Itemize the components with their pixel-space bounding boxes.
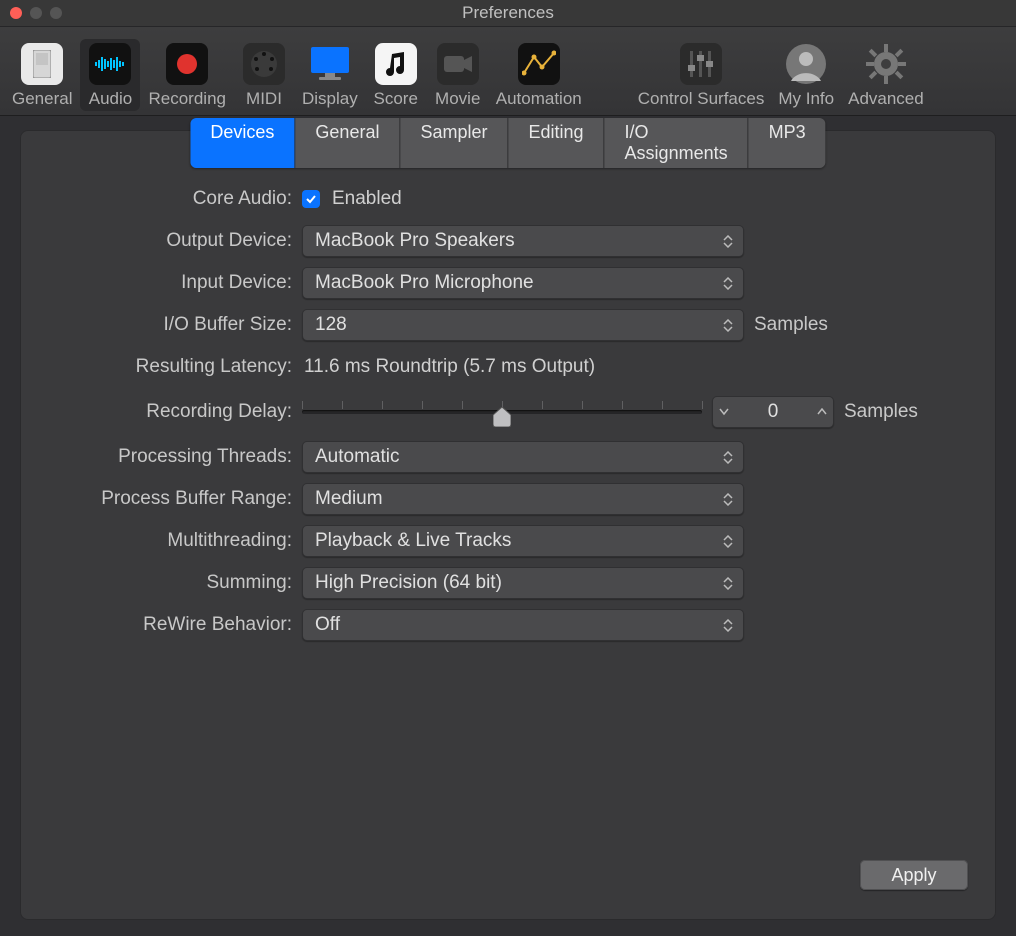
toolbar-item-automation[interactable]: Automation: [490, 39, 588, 111]
record-icon: [166, 43, 208, 85]
processing-threads-value: Automatic: [315, 446, 399, 468]
summing-select[interactable]: High Precision (64 bit): [302, 567, 744, 599]
tab-general[interactable]: General: [295, 118, 400, 168]
tab-devices[interactable]: Devices: [190, 118, 295, 168]
toolbar-item-label: Control Surfaces: [638, 89, 765, 109]
midi-icon: [243, 43, 285, 85]
process-buffer-range-select[interactable]: Medium: [302, 483, 744, 515]
toolbar-item-control-surfaces[interactable]: Control Surfaces: [632, 39, 771, 111]
toolbar-item-label: Advanced: [848, 89, 924, 109]
toolbar-item-advanced[interactable]: Advanced: [842, 39, 930, 111]
toolbar-item-label: Display: [302, 89, 358, 109]
chevron-up-down-icon: [721, 568, 735, 598]
process-buffer-range-label: Process Buffer Range:: [56, 488, 302, 510]
io-buffer-select[interactable]: 128: [302, 309, 744, 341]
display-icon: [309, 43, 351, 85]
chevron-up-down-icon: [721, 610, 735, 640]
io-buffer-label: I/O Buffer Size:: [56, 314, 302, 336]
output-device-select[interactable]: MacBook Pro Speakers: [302, 225, 744, 257]
chevron-up-down-icon: [721, 268, 735, 298]
multithreading-label: Multithreading:: [56, 530, 302, 552]
latency-value: 11.6 ms Roundtrip (5.7 ms Output): [302, 356, 595, 378]
toolbar-item-recording[interactable]: Recording: [142, 39, 232, 111]
toolbar-item-score[interactable]: Score: [366, 39, 426, 111]
automation-icon: [518, 43, 560, 85]
faders-icon: [680, 43, 722, 85]
devices-form: Core Audio: Enabled Output Device: MacBo…: [20, 130, 996, 646]
toolbar-item-display[interactable]: Display: [296, 39, 364, 111]
chevron-up-down-icon: [721, 484, 735, 514]
toolbar-item-label: My Info: [778, 89, 834, 109]
chevron-up-down-icon: [721, 310, 735, 340]
io-buffer-unit: Samples: [754, 314, 828, 336]
apply-button[interactable]: Apply: [860, 860, 968, 890]
minimize-window-button[interactable]: [30, 7, 42, 19]
processing-threads-label: Processing Threads:: [56, 446, 302, 468]
toolbar-item-label: General: [12, 89, 72, 109]
latency-label: Resulting Latency:: [56, 356, 302, 378]
rewire-select[interactable]: Off: [302, 609, 744, 641]
input-device-label: Input Device:: [56, 272, 302, 294]
summing-value: High Precision (64 bit): [315, 572, 502, 594]
io-buffer-value: 128: [315, 314, 347, 336]
input-device-select[interactable]: MacBook Pro Microphone: [302, 267, 744, 299]
core-audio-checkbox[interactable]: [302, 190, 320, 208]
gear-icon: [865, 43, 907, 85]
stepper-increment[interactable]: [811, 397, 833, 427]
multithreading-value: Playback & Live Tracks: [315, 530, 511, 552]
recording-delay-slider[interactable]: [302, 397, 702, 427]
toolbar-item-my-info[interactable]: My Info: [772, 39, 840, 111]
music-note-icon: [375, 43, 417, 85]
toolbar-item-label: Recording: [148, 89, 226, 109]
multithreading-select[interactable]: Playback & Live Tracks: [302, 525, 744, 557]
close-window-button[interactable]: [10, 7, 22, 19]
input-device-value: MacBook Pro Microphone: [315, 272, 534, 294]
toolbar-item-label: Score: [374, 89, 418, 109]
toolbar-item-label: MIDI: [246, 89, 282, 109]
tab-mp3[interactable]: MP3: [749, 118, 826, 168]
switch-icon: [21, 43, 63, 85]
recording-delay-stepper[interactable]: 0: [712, 396, 834, 428]
slider-thumb[interactable]: [493, 407, 511, 427]
rewire-label: ReWire Behavior:: [56, 614, 302, 636]
output-device-value: MacBook Pro Speakers: [315, 230, 515, 252]
person-icon: [785, 43, 827, 85]
output-device-label: Output Device:: [56, 230, 302, 252]
stepper-decrement[interactable]: [713, 397, 735, 427]
camera-icon: [437, 43, 479, 85]
recording-delay-value: 0: [735, 401, 811, 423]
waveform-icon: [89, 43, 131, 85]
toolbar-item-label: Audio: [89, 89, 132, 109]
core-audio-checkbox-label: Enabled: [330, 188, 402, 210]
toolbar-item-midi[interactable]: MIDI: [234, 39, 294, 111]
tab-io-assignments[interactable]: I/O Assignments: [605, 118, 749, 168]
core-audio-label: Core Audio:: [56, 188, 302, 210]
titlebar: Preferences: [0, 0, 1016, 27]
toolbar-item-general[interactable]: General: [6, 39, 78, 111]
rewire-value: Off: [315, 614, 340, 636]
chevron-up-down-icon: [721, 226, 735, 256]
process-buffer-range-value: Medium: [315, 488, 383, 510]
chevron-up-down-icon: [721, 442, 735, 472]
preferences-toolbar: General Audio Recording MIDI Display: [0, 27, 1016, 116]
tab-editing[interactable]: Editing: [509, 118, 605, 168]
audio-devices-panel: Devices General Sampler Editing I/O Assi…: [20, 130, 996, 920]
toolbar-item-label: Movie: [435, 89, 480, 109]
tab-sampler[interactable]: Sampler: [400, 118, 508, 168]
toolbar-item-audio[interactable]: Audio: [80, 39, 140, 111]
audio-subtabs: Devices General Sampler Editing I/O Assi…: [190, 118, 825, 168]
toolbar-item-label: Automation: [496, 89, 582, 109]
chevron-up-down-icon: [721, 526, 735, 556]
recording-delay-label: Recording Delay:: [56, 401, 302, 423]
recording-delay-unit: Samples: [844, 401, 918, 423]
summing-label: Summing:: [56, 572, 302, 594]
toolbar-item-movie[interactable]: Movie: [428, 39, 488, 111]
window-controls: [10, 7, 62, 19]
window-title: Preferences: [0, 3, 1016, 23]
processing-threads-select[interactable]: Automatic: [302, 441, 744, 473]
zoom-window-button[interactable]: [50, 7, 62, 19]
